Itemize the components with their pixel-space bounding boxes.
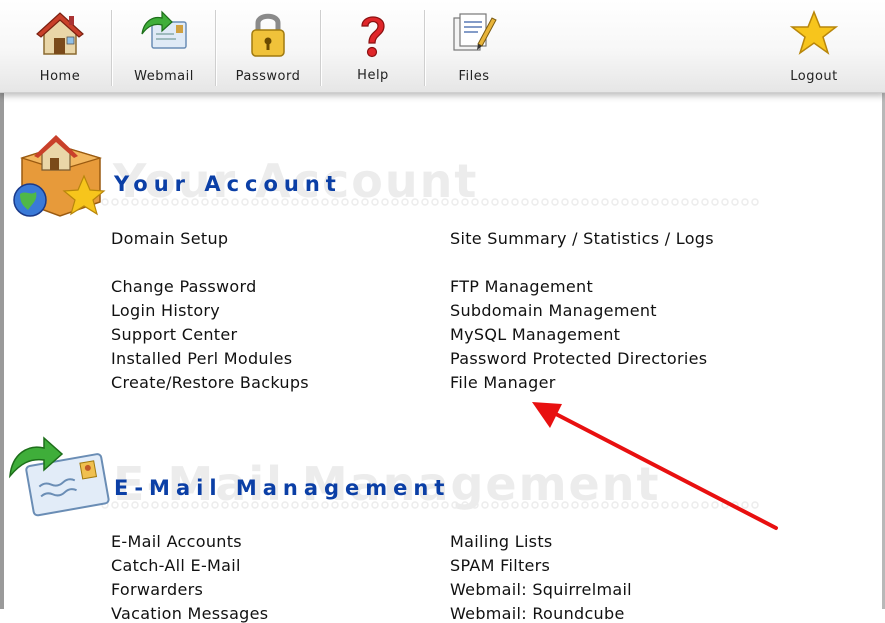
email-title-underline <box>100 501 760 509</box>
toolbar-help-button[interactable]: Help <box>323 0 423 92</box>
toolbar-password-label: Password <box>235 69 301 84</box>
link-mailing-lists[interactable]: Mailing Lists <box>450 532 553 551</box>
link-ftp-management[interactable]: FTP Management <box>450 277 593 296</box>
toolbar-webmail-button[interactable]: Webmail <box>114 0 214 92</box>
link-subdomain-management[interactable]: Subdomain Management <box>450 301 657 320</box>
toolbar-separator <box>320 10 322 86</box>
link-webmail-squirrelmail[interactable]: Webmail: Squirrelmail <box>450 580 632 599</box>
star-icon <box>789 9 839 55</box>
toolbar-home-button[interactable]: Home <box>10 0 110 92</box>
webmail-icon <box>141 10 187 49</box>
toolbar-files-label: Files <box>458 69 490 84</box>
link-file-manager[interactable]: File Manager <box>450 373 556 392</box>
toolbar-logout-button[interactable]: Logout <box>764 0 864 92</box>
link-change-password[interactable]: Change Password <box>111 277 257 296</box>
account-section-icon <box>13 135 106 217</box>
link-catch-all-email[interactable]: Catch-All E-Mail <box>111 556 241 575</box>
link-webmail-roundcube[interactable]: Webmail: Roundcube <box>450 604 625 623</box>
link-vacation-messages[interactable]: Vacation Messages <box>111 604 268 623</box>
toolbar-webmail-label: Webmail <box>134 69 194 84</box>
annotation-arrow-head <box>532 402 562 428</box>
link-site-summary[interactable]: Site Summary / Statistics / Logs <box>450 229 714 248</box>
toolbar-help-label: Help <box>357 68 389 83</box>
toolbar-separator <box>111 10 113 86</box>
toolbar-separator <box>215 10 217 86</box>
account-title-underline <box>100 198 760 206</box>
link-password-protected-directories[interactable]: Password Protected Directories <box>450 349 707 368</box>
link-forwarders[interactable]: Forwarders <box>111 580 203 599</box>
link-installed-perl-modules[interactable]: Installed Perl Modules <box>111 349 292 368</box>
link-email-accounts[interactable]: E-Mail Accounts <box>111 532 242 551</box>
toolbar-home-label: Home <box>39 69 81 84</box>
toolbar-logout-label: Logout <box>790 69 838 84</box>
home-icon <box>36 12 84 55</box>
toolbar-files-button[interactable]: Files <box>424 0 524 92</box>
link-mysql-management[interactable]: MySQL Management <box>450 325 620 344</box>
help-icon <box>361 16 385 58</box>
link-domain-setup[interactable]: Domain Setup <box>111 229 228 248</box>
email-section-title: E-Mail Management <box>114 476 451 500</box>
email-section-icon <box>9 436 110 517</box>
top-toolbar: Home Webmail Password Help Files Logout <box>0 0 885 93</box>
toolbar-password-button[interactable]: Password <box>218 0 318 92</box>
link-create-restore-backups[interactable]: Create/Restore Backups <box>111 373 309 392</box>
lock-icon <box>251 13 285 57</box>
files-icon <box>453 13 497 51</box>
link-spam-filters[interactable]: SPAM Filters <box>450 556 550 575</box>
account-section-title: Your Account <box>114 172 342 196</box>
link-login-history[interactable]: Login History <box>111 301 220 320</box>
link-support-center[interactable]: Support Center <box>111 325 237 344</box>
